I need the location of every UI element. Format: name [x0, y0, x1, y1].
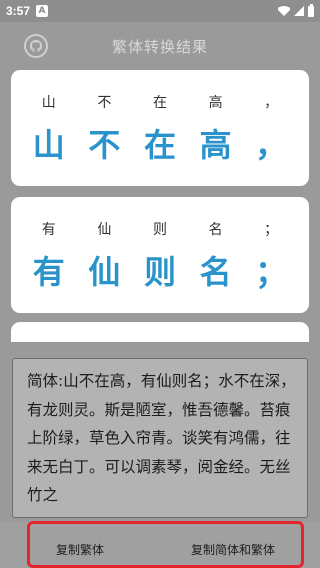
converted-char: 仙	[88, 253, 121, 291]
converted-char: 在	[143, 126, 176, 164]
copy-traditional-button[interactable]: 复制繁体	[56, 541, 104, 558]
annotation-char: 名	[208, 222, 223, 238]
converted-char: ，	[255, 126, 288, 164]
battery-icon	[308, 3, 314, 17]
converted-char: 高	[199, 126, 232, 164]
annotation-char: 在	[152, 95, 167, 111]
notification-a-icon: A	[36, 5, 49, 17]
annotation-char: 有	[41, 222, 56, 238]
annotation-char: ，	[264, 95, 279, 111]
github-icon[interactable]	[24, 34, 48, 58]
result-card: 有 仙 则 名 ； 有 仙 则 名 ；	[11, 197, 309, 313]
converted-char: 则	[143, 253, 176, 291]
text-panel[interactable]: 简体:山不在高，有仙则名；水不在深，有龙则灵。斯是陋室，惟吾德馨。苔痕上阶绿，草…	[12, 358, 308, 518]
status-icons	[278, 3, 314, 17]
converted-char: 有	[32, 253, 65, 291]
annotation-row: 山 不 在 高 ，	[11, 92, 309, 112]
annotation-row: 有 仙 则 名 ；	[11, 219, 309, 239]
copy-both-button[interactable]: 复制简体和繁体	[191, 541, 275, 558]
status-bar: 3:57 A	[0, 0, 320, 22]
signal-icon	[294, 6, 304, 16]
annotation-char: 山	[41, 95, 56, 111]
text-content: 简体:山不在高，有仙则名；水不在深，有龙则灵。斯是陋室，惟吾德馨。苔痕上阶绿，草…	[27, 372, 296, 504]
character-row: 山 不 在 高 ，	[11, 120, 309, 166]
converted-char: 名	[199, 253, 232, 291]
annotation-char: 高	[208, 95, 223, 111]
converted-char: 山	[32, 126, 65, 164]
annotation-char: 仙	[97, 222, 112, 238]
converted-char: 不	[88, 126, 121, 164]
status-time: 3:57	[6, 4, 31, 18]
converted-char: ；	[255, 253, 288, 291]
result-card: 山 不 在 高 ， 山 不 在 高 ，	[11, 70, 309, 186]
page-title: 繁体转换结果	[111, 37, 208, 56]
annotation-char: 则	[152, 222, 167, 238]
annotation-char: 不	[97, 95, 112, 111]
header: 繁体转换结果	[14, 22, 306, 70]
wifi-icon	[278, 6, 290, 16]
result-card-partial	[11, 322, 309, 342]
character-row: 有 仙 则 名 ；	[11, 247, 309, 293]
annotation-char: ；	[264, 222, 279, 238]
